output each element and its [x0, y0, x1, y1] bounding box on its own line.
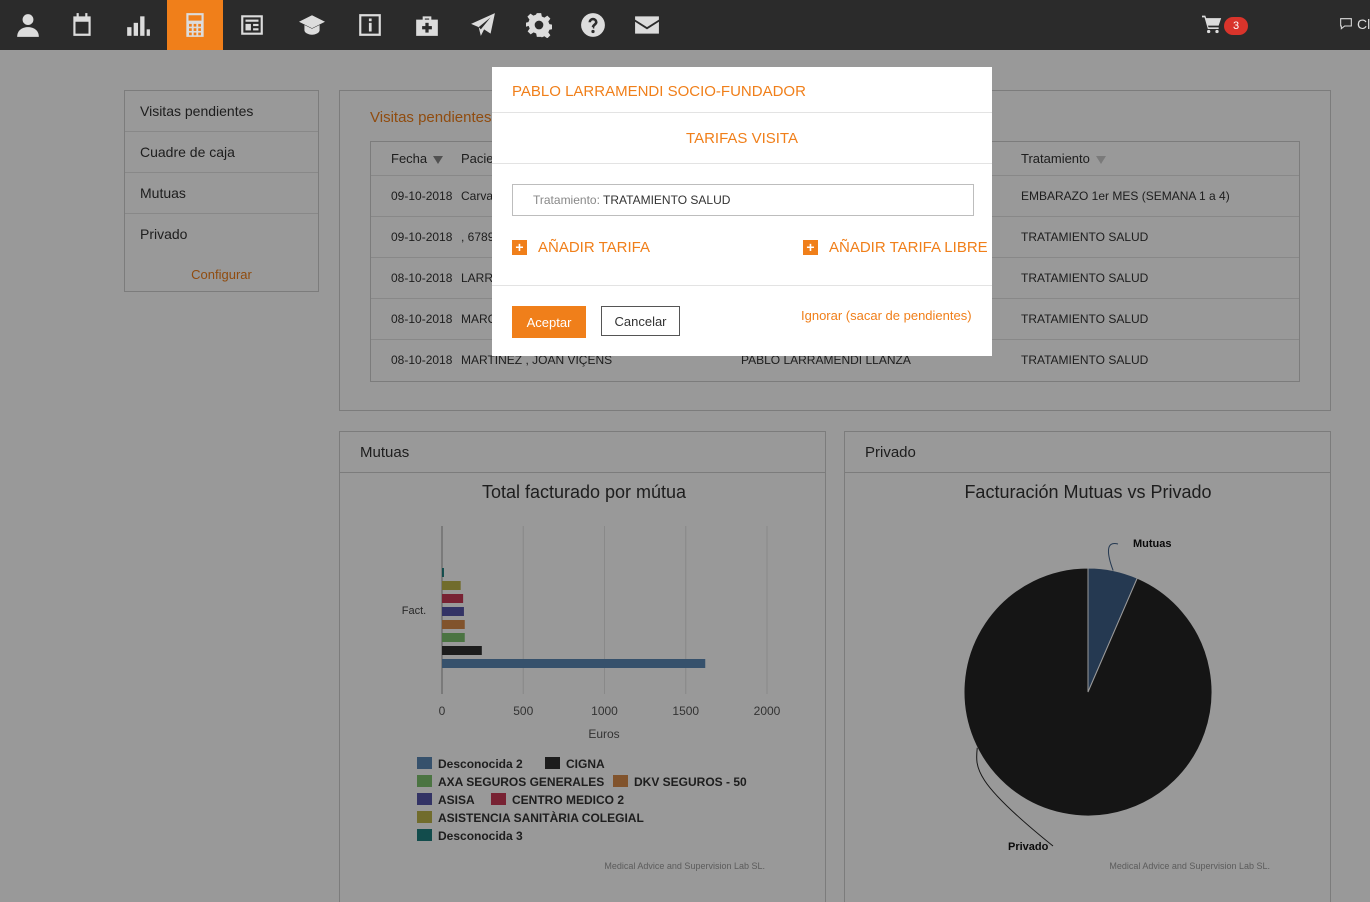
graduation-cap-icon[interactable]: [284, 0, 340, 50]
info-icon[interactable]: [342, 0, 398, 50]
calendar-icon[interactable]: [54, 0, 110, 50]
add-tarifa-libre-button[interactable]: + AÑADIR TARIFA LIBRE: [803, 239, 988, 256]
plus-icon: +: [803, 240, 818, 255]
add-tarifa-libre-label: AÑADIR TARIFA LIBRE: [829, 239, 988, 256]
accept-button[interactable]: Aceptar: [512, 306, 586, 338]
cancel-button[interactable]: Cancelar: [601, 306, 680, 336]
tratamiento-field-value: TRATAMIENTO SALUD: [603, 193, 731, 207]
ignore-pending-link[interactable]: Ignorar (sacar de pendientes): [801, 308, 972, 323]
first-aid-kit-icon[interactable]: [399, 0, 455, 50]
tarifas-visita-modal: PABLO LARRAMENDI SOCIO-FUNDADOR TARIFAS …: [492, 67, 992, 356]
tratamiento-field[interactable]: Tratamiento: TRATAMIENTO SALUD: [512, 184, 974, 216]
help-icon[interactable]: [565, 0, 621, 50]
chat-bubble-icon: [1340, 18, 1352, 30]
modal-subtitle: TARIFAS VISITA: [492, 113, 992, 164]
modal-divider: [492, 285, 992, 286]
bar-chart-icon[interactable]: [110, 0, 166, 50]
add-tarifa-button[interactable]: + AÑADIR TARIFA: [512, 239, 650, 256]
calculator-icon[interactable]: [167, 0, 223, 50]
paper-plane-icon[interactable]: [455, 0, 511, 50]
modal-title: PABLO LARRAMENDI SOCIO-FUNDADOR: [492, 67, 992, 113]
envelope-icon[interactable]: [619, 0, 675, 50]
shopping-cart-icon[interactable]: [1202, 14, 1224, 36]
newspaper-icon[interactable]: [224, 0, 280, 50]
cart-count-badge: 3: [1224, 17, 1248, 35]
add-tarifa-label: AÑADIR TARIFA: [538, 239, 650, 256]
gear-icon[interactable]: [511, 0, 567, 50]
user-icon[interactable]: [0, 0, 56, 50]
chat-label: Cl: [1357, 16, 1370, 32]
chat-link[interactable]: Cl: [1338, 16, 1370, 32]
plus-icon: +: [512, 240, 527, 255]
top-navigation-bar: 3 Cl: [0, 0, 1370, 50]
tratamiento-field-label: Tratamiento:: [533, 193, 600, 207]
